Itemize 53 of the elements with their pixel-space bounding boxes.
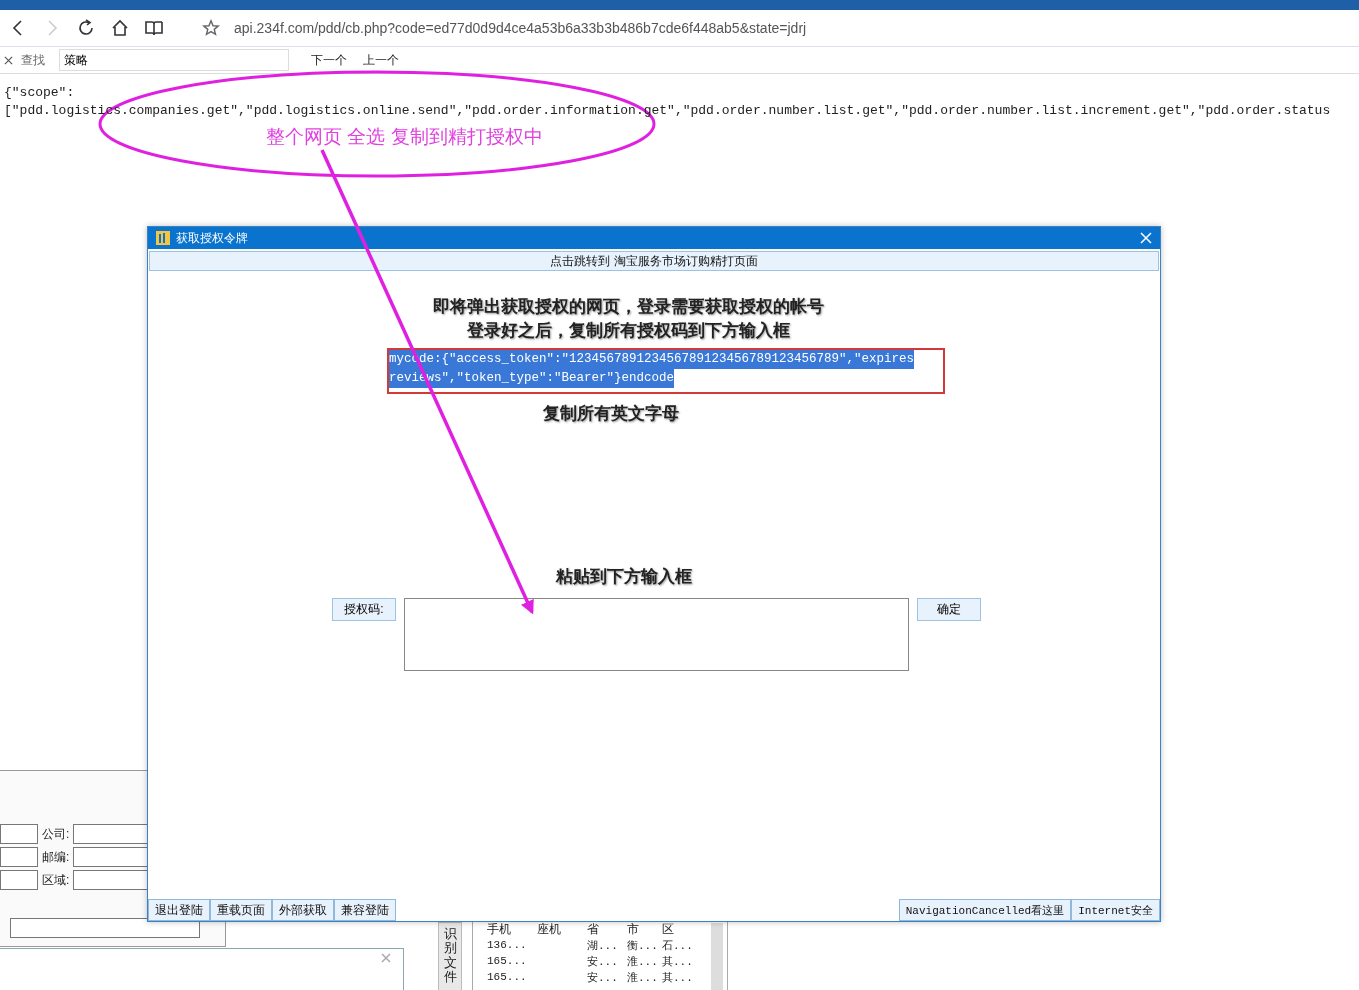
previous-button[interactable]: 上一个	[359, 51, 403, 69]
instruction-text: 即将弹出获取授权的网页，登录需要获取授权的帐号	[431, 296, 825, 318]
find-label: 查找	[21, 51, 45, 69]
table-cell-text: 136...	[487, 939, 528, 951]
annotation-text: 整个网页 全选 复制到精打授权中	[266, 125, 543, 149]
table-cell-text: 安...	[587, 970, 619, 985]
code-input-field[interactable]	[404, 598, 909, 671]
form-label: 邮编:	[42, 848, 70, 866]
top-link-button[interactable]: 点击跳转到 淘宝服务市场订购精打页面	[149, 251, 1159, 271]
code-label-button[interactable]: 授权码:	[332, 598, 396, 621]
find-field[interactable]: 策略	[59, 49, 289, 71]
table-cell-text: 淮...	[627, 954, 659, 969]
dialog-title: 获取授权令牌	[176, 229, 248, 247]
refresh-icon[interactable]	[76, 18, 96, 38]
table-cell-text: 湖...	[587, 938, 619, 953]
side-tab[interactable]: 识别文件	[438, 922, 462, 990]
form-field[interactable]	[0, 824, 38, 844]
form-label: 公司:	[42, 825, 70, 843]
column-header: 座机	[537, 921, 562, 938]
hint-text: 粘贴到下方输入框	[556, 566, 692, 588]
toolbar-button[interactable]: NavigationCancelled看这里	[898, 899, 1072, 921]
table-cell-text: 其...	[662, 970, 694, 985]
toolbar-button[interactable]: 兼容登陆	[334, 899, 396, 921]
toolbar-button[interactable]: Internet安全	[1071, 899, 1160, 921]
form-field[interactable]	[0, 847, 38, 867]
column-header: 市	[627, 921, 640, 938]
column-header: 省	[587, 921, 600, 938]
toolbar-button[interactable]: 重载页面	[210, 899, 272, 921]
form-label: 区域:	[42, 871, 70, 889]
url-field[interactable]: api.234f.com/pdd/cb.php?code=ed77d0d9d4ce4a53b6a33b3b486b7cde6f448ab5&state=jdrj	[234, 20, 807, 36]
next-button[interactable]: 下一个	[307, 51, 351, 69]
form-field[interactable]	[0, 870, 38, 890]
page-text: {"scope":	[4, 84, 75, 102]
table-cell-text: 淮...	[627, 970, 659, 985]
star-icon[interactable]	[202, 19, 220, 37]
table-cell-text: 165...	[487, 971, 528, 983]
table-cell-text: 其...	[662, 954, 694, 969]
toolbar-button[interactable]: 退出登陆	[148, 899, 210, 921]
table-cell-text: 衡...	[627, 938, 659, 953]
confirm-button[interactable]: 确定	[917, 598, 981, 621]
table-cell-text: 165...	[487, 955, 528, 967]
column-header: 手机	[487, 921, 512, 938]
hint-text: 复制所有英文字母	[543, 403, 679, 425]
column-header: 区	[662, 921, 675, 938]
form-field[interactable]	[10, 918, 200, 938]
table-cell-text: 石...	[662, 938, 694, 953]
book-icon[interactable]	[144, 18, 164, 38]
home-icon[interactable]	[110, 18, 130, 38]
instruction-text: 登录好之后，复制所有授权码到下方输入框	[465, 320, 791, 342]
scrollbar[interactable]	[711, 923, 723, 990]
toolbar-button[interactable]: 外部获取	[272, 899, 334, 921]
table-cell-text: 安...	[587, 954, 619, 969]
close-icon[interactable]	[4, 55, 13, 65]
